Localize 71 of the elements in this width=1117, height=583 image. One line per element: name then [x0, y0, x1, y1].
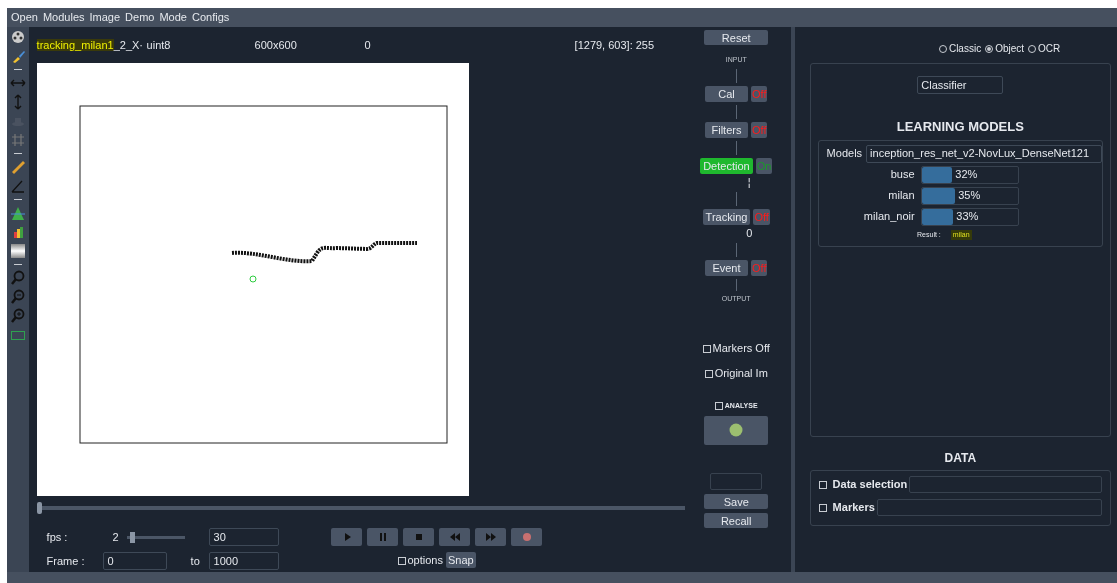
angle-icon[interactable] [9, 178, 26, 194]
module-button[interactable]: Cal [705, 85, 748, 102]
radio-button[interactable]: Object [985, 41, 1025, 56]
status-indicator: ¦ [747, 175, 751, 189]
zoom-in-icon[interactable] [9, 308, 26, 324]
class-label: milan_noir [862, 209, 916, 225]
label: Models [826, 146, 863, 162]
record-icon [520, 531, 533, 543]
method-dropdown[interactable]: Classifier [917, 76, 1004, 94]
slider-handle[interactable] [130, 531, 136, 543]
grid-icon[interactable] [9, 132, 26, 148]
status-light-icon [729, 423, 744, 437]
checkbox[interactable]: Markers Off [702, 340, 770, 357]
menu-item[interactable]: Configs [191, 9, 230, 26]
stop-button[interactable] [403, 528, 435, 546]
radio-button[interactable]: OCR [1028, 41, 1061, 56]
record-button[interactable] [511, 528, 543, 546]
data-type: uint8 [146, 37, 172, 53]
save-button[interactable]: Save [704, 493, 769, 509]
rotate-zoom-icon[interactable] [9, 270, 26, 286]
menu-item[interactable]: Demo [125, 9, 155, 26]
module-button[interactable]: Filters [705, 121, 748, 138]
spin-field[interactable]: 30 [208, 528, 279, 546]
module-button[interactable]: Tracking [702, 208, 751, 225]
film-reel-icon[interactable] [9, 29, 26, 45]
cursor-readout: [1279, 603]: 255 [574, 37, 655, 53]
class-label: buse [889, 167, 916, 183]
input-field[interactable] [710, 472, 763, 490]
recall-button[interactable]: Recall [704, 512, 769, 528]
options-checkbox[interactable]: options [397, 552, 443, 569]
label: fps : [46, 529, 69, 545]
spin-field[interactable]: 1000 [208, 552, 279, 570]
spin-field[interactable]: 0 [102, 552, 167, 570]
menu-item[interactable]: Open [11, 9, 38, 26]
section-title: DATA [943, 450, 978, 467]
reset-button[interactable]: Reset [704, 30, 769, 45]
analyse-button[interactable] [704, 415, 769, 445]
section-title: LEARNING MODELS [896, 118, 1024, 136]
slider-handle[interactable] [36, 502, 42, 514]
histogram-icon[interactable] [9, 205, 26, 221]
image-size: 600x600 [254, 37, 298, 53]
menu-item[interactable]: Image [89, 9, 121, 26]
checkbox[interactable]: Original Im [704, 364, 768, 381]
section-checkbox[interactable]: Data selection [818, 476, 908, 493]
menu-item[interactable]: Modules [42, 9, 85, 26]
probability-value: 32% [955, 167, 978, 183]
pixel-value: 0 [364, 37, 372, 53]
pause-button[interactable] [367, 528, 399, 546]
forward-icon [484, 531, 497, 543]
forward-button[interactable] [475, 528, 507, 546]
snap-button[interactable]: Snap [446, 552, 476, 569]
fps-value: 2 [111, 529, 119, 545]
radio-button[interactable]: Classic [938, 41, 982, 56]
zoom-out-icon[interactable] [9, 289, 26, 305]
text-field[interactable] [876, 499, 1102, 516]
file-name: tracking_milan1_2_X· [36, 37, 144, 53]
probability-value: 33% [956, 209, 979, 225]
menu-item[interactable]: Mode [159, 9, 187, 26]
rewind-icon [448, 531, 461, 543]
status-indicator: 0 [746, 226, 753, 240]
class-label: milan [887, 188, 916, 204]
section-checkbox[interactable]: Markers [818, 499, 875, 516]
label: to [190, 553, 201, 569]
model-dropdown[interactable]: inception_res_net_v2-NovLux_DenseNet121 [866, 144, 1102, 163]
label: Frame : [46, 553, 86, 569]
module-button[interactable]: Event [705, 259, 748, 276]
text-field[interactable] [909, 476, 1102, 493]
play-button[interactable] [331, 528, 363, 546]
rewind-button[interactable] [439, 528, 471, 546]
probability-value: 35% [958, 188, 981, 204]
gradient-icon[interactable] [9, 243, 26, 259]
